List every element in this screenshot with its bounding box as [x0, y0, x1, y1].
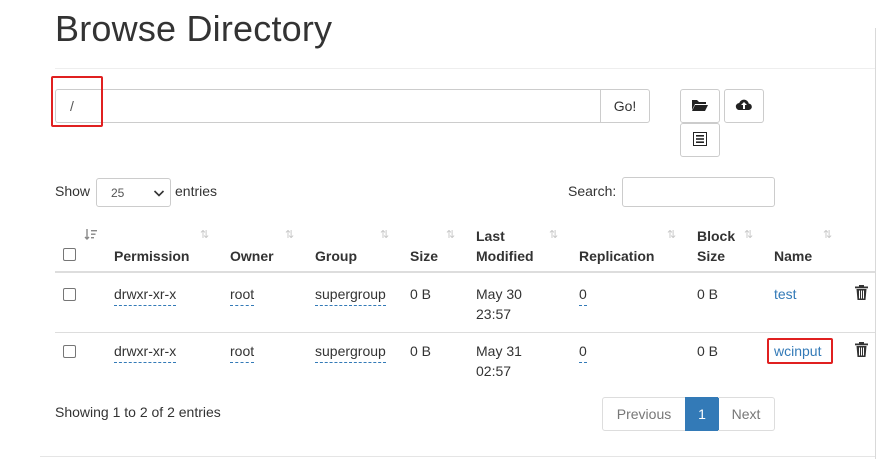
table-info: Showing 1 to 2 of 2 entries: [55, 404, 221, 420]
column-header-block-size[interactable]: Block Size: [697, 226, 735, 266]
cell-permission[interactable]: drwxr-xr-x: [114, 284, 177, 306]
row-divider: [55, 332, 875, 333]
column-header-permission[interactable]: Permission: [114, 246, 189, 266]
pagination-page-1[interactable]: 1: [685, 397, 719, 431]
create-directory-button[interactable]: [680, 89, 720, 123]
column-header-group[interactable]: Group: [315, 246, 357, 266]
cut-paste-button[interactable]: [680, 123, 720, 157]
show-label: Show: [55, 183, 91, 199]
column-header-size[interactable]: Size: [410, 246, 438, 266]
header-line: Block: [697, 228, 736, 244]
sort-desc-icon[interactable]: [84, 228, 98, 245]
file-name-link[interactable]: test: [774, 284, 797, 304]
search-label: Search:: [568, 183, 617, 199]
sort-icon[interactable]: ⇅: [380, 228, 389, 241]
modified-time: 02:57: [476, 363, 512, 379]
entries-select[interactable]: 25: [96, 178, 171, 207]
cell-permission[interactable]: drwxr-xr-x: [114, 341, 177, 363]
page-title: Browse Directory: [55, 8, 333, 49]
cloud-upload-icon: [735, 98, 753, 115]
sort-icon[interactable]: ⇅: [446, 228, 455, 241]
cell-last-modified: May 30 23:57: [476, 284, 522, 324]
cell-replication[interactable]: 0: [579, 341, 587, 363]
row-checkbox[interactable]: [63, 345, 76, 358]
cell-owner[interactable]: root: [230, 341, 255, 363]
entries-select-value: 25: [111, 185, 125, 200]
go-button[interactable]: Go!: [600, 89, 650, 123]
pagination-next[interactable]: Next: [718, 397, 775, 431]
cell-last-modified: May 31 02:57: [476, 341, 522, 381]
modified-date: May 31: [476, 343, 522, 359]
sort-icon[interactable]: ⇅: [549, 228, 558, 241]
sort-icon[interactable]: ⇅: [744, 228, 753, 241]
cell-owner[interactable]: root: [230, 284, 255, 306]
modified-date: May 30: [476, 286, 522, 302]
select-all-checkbox[interactable]: [63, 248, 76, 261]
header-line: Size: [697, 248, 726, 264]
sort-icon[interactable]: ⇅: [667, 228, 676, 241]
header-divider: [55, 271, 875, 273]
title-divider: [55, 68, 875, 69]
cell-group[interactable]: supergroup: [315, 341, 386, 363]
bottom-divider: [40, 456, 875, 457]
folder-open-icon: [691, 98, 709, 115]
column-header-last-modified[interactable]: Last Modified: [476, 226, 534, 266]
trash-icon[interactable]: [855, 285, 868, 303]
list-icon: [693, 131, 707, 149]
column-header-replication[interactable]: Replication: [579, 246, 654, 266]
cell-replication[interactable]: 0: [579, 284, 587, 306]
cell-size: 0 B: [410, 343, 432, 359]
pagination-previous[interactable]: Previous: [602, 397, 686, 431]
header-line: Modified: [476, 248, 534, 264]
right-border: [875, 28, 876, 459]
cell-group[interactable]: supergroup: [315, 284, 386, 306]
row-checkbox[interactable]: [63, 288, 76, 301]
trash-icon[interactable]: [855, 342, 868, 360]
chevron-down-icon: [153, 187, 165, 201]
sort-icon[interactable]: ⇅: [285, 228, 294, 241]
search-input[interactable]: [622, 177, 775, 207]
sort-icon[interactable]: ⇅: [200, 228, 209, 241]
column-header-name[interactable]: Name: [774, 246, 812, 266]
cell-size: 0 B: [410, 286, 432, 302]
path-input[interactable]: [55, 89, 601, 123]
cell-block-size: 0 B: [697, 286, 719, 302]
cell-block-size: 0 B: [697, 343, 719, 359]
upload-button[interactable]: [724, 89, 764, 123]
entries-label: entries: [175, 183, 218, 199]
column-header-owner[interactable]: Owner: [230, 246, 274, 266]
header-line: Last: [476, 228, 505, 244]
file-name-link[interactable]: wcinput: [774, 341, 821, 361]
modified-time: 23:57: [476, 306, 512, 322]
sort-icon[interactable]: ⇅: [823, 228, 832, 241]
